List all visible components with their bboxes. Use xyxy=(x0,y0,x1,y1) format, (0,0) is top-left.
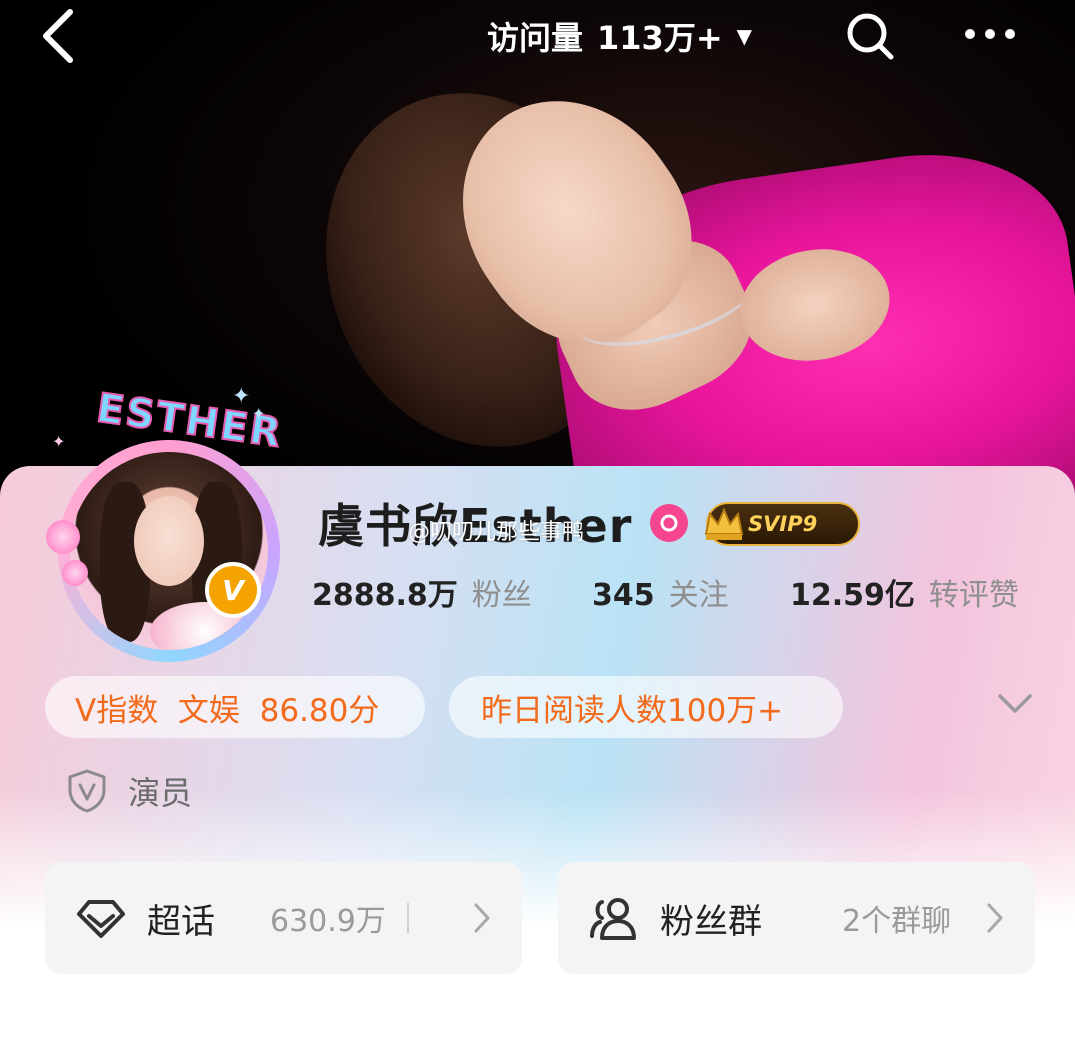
visits-value: 113万+ xyxy=(597,19,723,57)
female-icon xyxy=(650,504,688,542)
role-label: 演员 xyxy=(128,774,193,812)
shield-icon xyxy=(68,769,106,813)
verified-icon: V xyxy=(205,562,261,618)
v-index-text: V指数 文娱 86.80分 xyxy=(75,692,380,729)
stat-following[interactable]: 345 关注 xyxy=(592,570,729,614)
search-icon[interactable] xyxy=(844,10,896,62)
stat-value: 2888.8万 xyxy=(312,578,458,613)
chevron-right-icon xyxy=(987,903,1003,933)
stat-label: 转评赞 xyxy=(928,578,1019,613)
yesterday-reads-text: 昨日阅读人数100万+ xyxy=(481,692,784,729)
stat-label: 粉丝 xyxy=(471,578,532,613)
fan-group-value: 2个群聊 xyxy=(842,904,952,939)
stat-interactions[interactable]: 12.59亿 转评赞 xyxy=(790,570,1019,614)
flower-decoration xyxy=(62,560,88,586)
v-index-pill[interactable]: V指数 文娱 86.80分 xyxy=(45,676,425,738)
avatar-frame[interactable]: ESTHER ✦ ✦ ✦ V xyxy=(40,380,286,662)
chevron-right-icon xyxy=(474,903,490,933)
diamond-icon xyxy=(77,900,125,938)
crown-icon xyxy=(704,507,744,540)
visits-label: 访问量 xyxy=(487,19,584,57)
role-row[interactable]: 演员 xyxy=(66,766,192,816)
yesterday-reads-pill[interactable]: 昨日阅读人数100万+ xyxy=(449,676,843,738)
stat-followers[interactable]: 2888.8万 粉丝 xyxy=(312,570,532,614)
super-topic-card[interactable]: 超话 630.9万 xyxy=(45,862,522,974)
watermark: @叨叨儿那些事鸭 xyxy=(408,520,585,545)
group-icon xyxy=(590,898,636,940)
chevron-down-icon[interactable] xyxy=(996,690,1034,718)
svip-badge[interactable]: SVIP9 xyxy=(704,502,860,546)
sparkle-icon: ✦ xyxy=(252,404,266,423)
fan-group-card[interactable]: 粉丝群 2个群聊 xyxy=(558,862,1035,974)
divider xyxy=(407,903,409,933)
top-bar: 访问量 113万+ ▼ xyxy=(0,0,1075,75)
super-topic-title: 超话 xyxy=(147,901,215,942)
stat-value: 12.59亿 xyxy=(790,578,915,613)
more-icon[interactable] xyxy=(962,26,1018,42)
stat-label: 关注 xyxy=(668,578,729,613)
vip-level: SVIP9 xyxy=(748,512,818,536)
back-arrow-icon[interactable] xyxy=(38,8,78,64)
sparkle-icon: ✦ xyxy=(52,432,66,451)
fan-group-title: 粉丝群 xyxy=(660,901,762,942)
avatar[interactable] xyxy=(70,452,268,650)
visit-count[interactable]: 访问量 113万+ ▼ xyxy=(487,14,752,58)
super-topic-value: 630.9万 xyxy=(270,904,386,939)
avatar-face xyxy=(134,496,204,586)
flower-decoration xyxy=(46,520,80,554)
sparkle-icon: ✦ xyxy=(232,384,251,409)
stat-value: 345 xyxy=(592,578,655,613)
caret-down-icon: ▼ xyxy=(736,24,753,48)
